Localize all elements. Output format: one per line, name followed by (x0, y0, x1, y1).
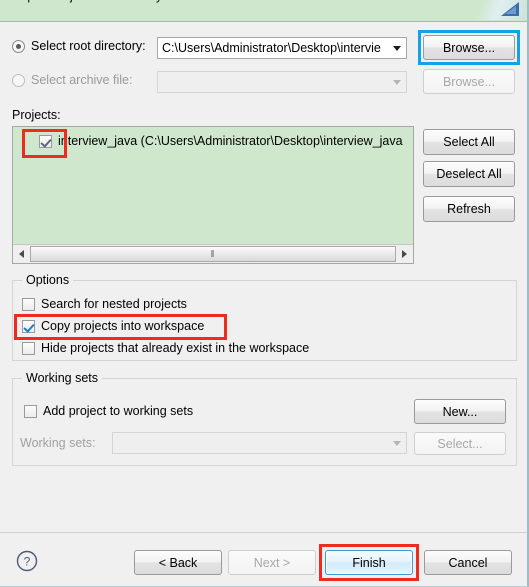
search-nested-projects-label: Search for nested projects (41, 297, 187, 311)
root-directory-radio-group[interactable]: Select root directory: (12, 39, 146, 53)
projects-horizontal-scrollbar[interactable]: ⦀ (13, 244, 413, 263)
copy-projects-checkbox[interactable] (22, 319, 35, 333)
root-directory-radio[interactable] (12, 39, 25, 53)
browse-archive-file-button[interactable]: Browse... (423, 69, 515, 94)
select-working-set-button[interactable]: Select... (414, 432, 506, 455)
working-sets-combo[interactable] (112, 432, 407, 454)
add-to-working-sets-row[interactable]: Add project to working sets (24, 404, 193, 418)
cancel-button[interactable]: Cancel (424, 550, 512, 575)
root-directory-combo[interactable]: C:\Users\Administrator\Desktop\intervie (157, 37, 407, 59)
copy-projects-label: Copy projects into workspace (41, 319, 205, 333)
chevron-down-icon[interactable] (388, 440, 406, 446)
root-directory-label: Select root directory: (31, 39, 146, 53)
working-sets-combo-label: Working sets: (20, 436, 96, 450)
options-group-title: Options (22, 273, 74, 287)
chevron-down-icon[interactable] (388, 45, 406, 51)
archive-file-combo[interactable] (157, 71, 407, 93)
working-sets-group-title: Working sets (22, 371, 103, 385)
dialog-header-band: Import Projects from File System or Arch… (0, 0, 527, 22)
scroll-right-icon[interactable] (396, 245, 413, 263)
svg-text:?: ? (24, 555, 31, 569)
scrollbar-grip: ⦀ (210, 248, 216, 259)
finish-button[interactable]: Finish (325, 550, 413, 575)
import-projects-dialog: Import Projects from File System or Arch… (0, 0, 529, 587)
project-checkbox[interactable] (39, 134, 52, 148)
archive-file-radio-group[interactable]: Select archive file: (12, 73, 132, 87)
add-to-working-sets-label: Add project to working sets (43, 404, 194, 418)
next-button[interactable]: Next > (228, 550, 316, 575)
root-directory-value: C:\Users\Administrator\Desktop\intervie (162, 41, 381, 55)
archive-file-radio[interactable] (12, 73, 25, 87)
project-label: interview_java (C:\Users\Administrator\D… (58, 134, 403, 148)
deselect-all-button[interactable]: Deselect All (423, 161, 515, 187)
browse-root-directory-button[interactable]: Browse... (423, 35, 515, 60)
dialog-title-clipped: Import Projects from File System or Arch… (14, 0, 245, 3)
chevron-down-icon[interactable] (388, 79, 406, 85)
new-working-set-button[interactable]: New... (414, 399, 506, 424)
hide-existing-projects-checkbox[interactable] (22, 341, 35, 355)
back-button[interactable]: < Back (134, 550, 222, 575)
list-item[interactable]: interview_java (C:\Users\Administrator\D… (13, 131, 403, 151)
projects-list[interactable]: interview_java (C:\Users\Administrator\D… (12, 126, 414, 264)
import-wizard-arrow-icon (471, 0, 525, 20)
hide-existing-projects-row[interactable]: Hide projects that already exist in the … (22, 341, 309, 355)
projects-label: Projects: (12, 108, 61, 122)
archive-file-label: Select archive file: (31, 73, 133, 87)
scroll-left-icon[interactable] (13, 245, 30, 263)
scrollbar-thumb[interactable]: ⦀ (30, 246, 396, 262)
help-question-icon[interactable]: ? (16, 550, 38, 572)
refresh-button[interactable]: Refresh (423, 196, 515, 222)
search-nested-projects-row[interactable]: Search for nested projects (22, 297, 187, 311)
footer-divider (0, 532, 527, 533)
search-nested-projects-checkbox[interactable] (22, 297, 35, 311)
copy-projects-row[interactable]: Copy projects into workspace (22, 319, 204, 333)
add-to-working-sets-checkbox[interactable] (24, 404, 37, 418)
hide-existing-projects-label: Hide projects that already exist in the … (41, 341, 310, 355)
select-all-button[interactable]: Select All (423, 129, 515, 155)
